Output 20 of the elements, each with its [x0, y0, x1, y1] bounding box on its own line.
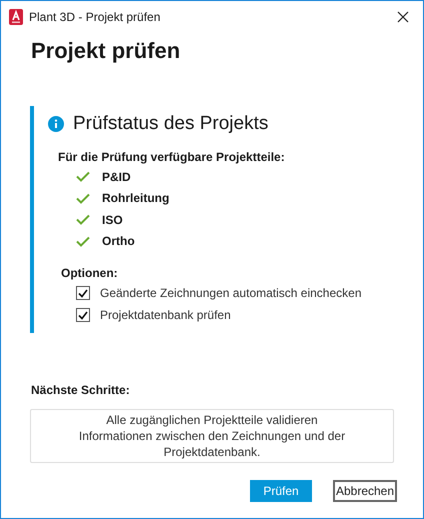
parts-label: Für die Prüfung verfügbare Projektteile: — [58, 149, 285, 166]
dialog-heading: Projekt prüfen — [31, 37, 180, 65]
next-step-text: Informationen zwischen den Zeichnungen und der Projektdatenbank. — [78, 428, 346, 460]
checkbox[interactable] — [76, 286, 90, 300]
option-label: Projektdatenbank prüfen — [100, 307, 231, 324]
status-title: Prüfstatus des Projekts — [73, 112, 268, 136]
next-step-text: Alle zugänglichen Projektteile validieren — [106, 412, 318, 428]
part-name: Ortho — [102, 233, 135, 250]
dialog-button[interactable]: Abbrechen — [333, 480, 397, 502]
next-steps-label: Nächste Schritte: — [31, 382, 130, 399]
part-name: Rohrleitung — [102, 190, 170, 208]
part-name: P&ID — [102, 168, 131, 186]
options-label: Optionen: — [61, 265, 118, 282]
checkbox[interactable] — [76, 308, 90, 322]
option-label: Geänderte Zeichnungen automatisch einchecken — [100, 285, 362, 302]
window-title: Plant 3D - Projekt prüfen — [29, 8, 160, 26]
part-name: ISO — [102, 212, 123, 229]
close-icon — [397, 10, 409, 22]
app-icon — [9, 8, 23, 24]
info-icon — [48, 116, 64, 132]
